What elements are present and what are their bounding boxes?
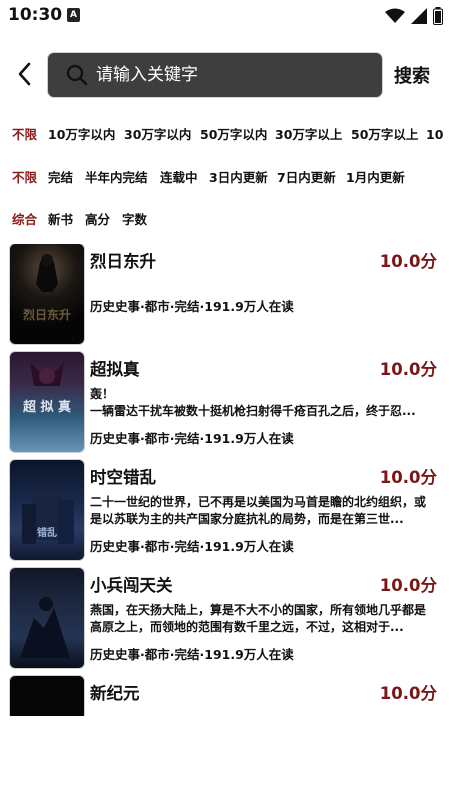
- status-icons: [385, 6, 443, 26]
- filter-word-count: 不限 10万字以内 30万字以内 50万字以内 30万字以上 50万字以上 10: [0, 122, 449, 148]
- filter-chip[interactable]: 10万字以内: [48, 122, 115, 148]
- book-item[interactable]: 新纪元 10.0分: [0, 676, 449, 720]
- book-meta: 历史史事·都市·完结·191.9万人在读: [90, 539, 294, 554]
- search-button[interactable]: 搜索: [394, 62, 430, 88]
- cover-figure: [22, 490, 74, 544]
- filter-chip[interactable]: 30万字以内: [124, 122, 191, 148]
- search-bar: 搜索: [0, 50, 449, 100]
- book-title: 小兵闯天关: [90, 576, 173, 595]
- filter-chip[interactable]: 完结: [48, 165, 73, 191]
- filter-sort: 综合 新书 高分 字数: [0, 207, 449, 233]
- status-time: 10:30: [8, 5, 63, 25]
- book-list: 烈日东升 烈日东升 10.0分 历史史事·都市·完结·191.9万人在读 超 拟…: [0, 244, 449, 720]
- filter-chip[interactable]: 连载中: [160, 165, 198, 191]
- book-cover: [10, 568, 84, 668]
- book-meta: 历史史事·都市·完结·191.9万人在读: [90, 647, 294, 662]
- book-score: 10.0分: [379, 468, 437, 487]
- book-title: 超拟真: [90, 360, 140, 379]
- filter-chip[interactable]: 50万字以上: [351, 122, 418, 148]
- filter-chip[interactable]: 新书: [48, 207, 73, 233]
- battery-icon: [433, 7, 443, 25]
- book-score: 10.0分: [379, 360, 437, 379]
- book-title: 时空错乱: [90, 468, 156, 487]
- filter-chip[interactable]: 3日内更新: [209, 165, 268, 191]
- wifi-icon: [385, 8, 405, 23]
- notification-icon: A: [67, 8, 80, 22]
- list-end-spacer: [0, 716, 449, 800]
- filter-status: 不限 完结 半年内完结 连载中 3日内更新 7日内更新 1月内更新: [0, 165, 449, 191]
- filter-chip[interactable]: 10: [426, 122, 443, 148]
- book-cover: [10, 676, 84, 720]
- book-meta: 历史史事·都市·完结·191.9万人在读: [90, 431, 294, 446]
- filter-chip[interactable]: 30万字以上: [275, 122, 342, 148]
- book-title: 新纪元: [90, 684, 140, 703]
- book-cover: 超 拟 真: [10, 352, 84, 452]
- filter-chip[interactable]: 1月内更新: [346, 165, 405, 191]
- back-button[interactable]: [8, 56, 42, 92]
- filter-chip[interactable]: 半年内完结: [85, 165, 148, 191]
- book-meta: 历史史事·都市·完结·191.9万人在读: [90, 299, 294, 314]
- book-item[interactable]: 烈日东升 烈日东升 10.0分 历史史事·都市·完结·191.9万人在读: [0, 244, 449, 352]
- cover-figure: [36, 254, 58, 292]
- book-score: 10.0分: [379, 252, 437, 271]
- filter-chip[interactable]: 7日内更新: [277, 165, 336, 191]
- search-input[interactable]: [96, 53, 366, 97]
- cover-title: 超 拟 真: [22, 400, 72, 415]
- filter-chip[interactable]: 50万字以内: [200, 122, 267, 148]
- filter-chip[interactable]: 不限: [12, 165, 37, 191]
- cover-title: 烈日东升: [22, 308, 71, 322]
- cover-figure: [20, 597, 70, 658]
- book-score: 10.0分: [379, 576, 437, 595]
- filter-chip[interactable]: 综合: [12, 207, 37, 233]
- book-item[interactable]: 小兵闯天关 10.0分 燕国，在天扬大陆上，算是不大不小的国家，所有领地几乎都是…: [0, 568, 449, 676]
- book-cover: 烈日东升: [10, 244, 84, 344]
- status-bar: 10:30 A: [0, 0, 449, 32]
- book-description: 二十一世纪的世界，已不再是以美国为马首是瞻的北约组织，或是以苏联为主的共产国家分…: [90, 495, 427, 526]
- filter-chip[interactable]: 不限: [12, 122, 37, 148]
- cover-title: 错乱: [37, 528, 57, 539]
- book-score: 10.0分: [379, 684, 437, 703]
- chevron-left-icon: [18, 62, 31, 86]
- filter-chip[interactable]: 字数: [122, 207, 147, 233]
- book-title: 烈日东升: [90, 252, 156, 271]
- search-icon: [66, 64, 88, 86]
- signal-icon: [411, 8, 427, 24]
- book-cover: 错乱: [10, 460, 84, 560]
- search-box[interactable]: [48, 53, 382, 97]
- book-description: 燕国，在天扬大陆上，算是不大不小的国家，所有领地几乎都是高原之上，而领地的范围有…: [90, 603, 427, 634]
- book-item[interactable]: 错乱 时空错乱 10.0分 二十一世纪的世界，已不再是以美国为马首是瞻的北约组织…: [0, 460, 449, 568]
- book-item[interactable]: 超 拟 真 超拟真 10.0分 轰！ 一辆雷达干扰车被数十挺机枪扫射得千疮百孔之…: [0, 352, 449, 460]
- book-description: 轰！ 一辆雷达干扰车被数十挺机枪扫射得千疮百孔之后，终于忍...: [90, 387, 416, 418]
- filter-chip[interactable]: 高分: [85, 207, 110, 233]
